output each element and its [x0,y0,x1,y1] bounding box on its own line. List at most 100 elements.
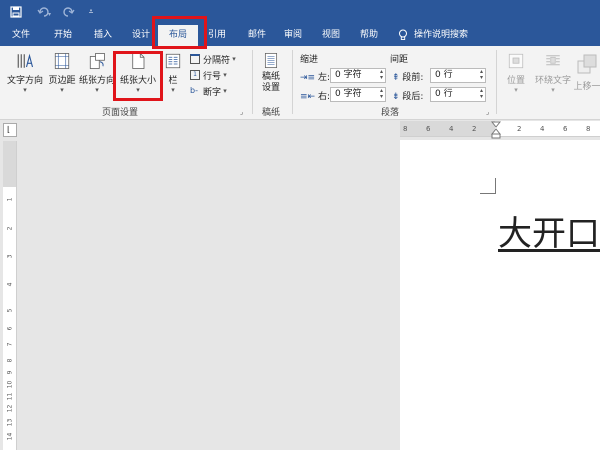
tab-review[interactable]: 审阅 [276,25,310,46]
wrap-text-button[interactable]: 环绕文字 ▾ [532,50,574,94]
position-icon [508,53,524,69]
horizontal-ruler[interactable]: 8 6 4 2 2 4 6 8 [400,121,600,139]
dialog-launcher-icon[interactable]: ⌟ [486,108,489,116]
customize-toolbar-icon[interactable]: ⩡ [86,4,96,20]
tab-file[interactable]: 文件 [4,25,38,46]
chevron-down-icon: ▾ [551,86,555,94]
position-label: 位置 [506,76,525,86]
group-separator [496,50,497,114]
chevron-down-icon: ▾ [60,86,64,94]
orientation-button[interactable]: 纸张方向 ▾ [78,50,116,94]
line-numbers-label: 行号 [203,71,222,82]
spacing-before-input[interactable]: 0 行 ▴ ▾ [430,68,486,83]
ruler-tick: 14 [6,432,14,441]
ruler-tick: 5 [6,308,14,313]
wrap-text-label: 环绕文字 [534,76,571,86]
chevron-down-icon: ▾ [230,55,236,63]
text-direction-label: 文字方向 [6,76,43,86]
tab-home[interactable]: 开始 [46,25,80,46]
tab-insert[interactable]: 插入 [86,25,120,46]
spinner-arrows-icon[interactable]: ▴ ▾ [380,88,383,100]
tell-me-search[interactable]: 操作说明搜索 [414,25,482,46]
save-icon[interactable] [8,4,24,20]
ruler-tick: 11 [6,392,14,401]
margins-label: 页边距 [48,76,76,86]
bring-forward-label: 上移一 [574,82,600,92]
indent-left-icon: ⇥≡ [300,73,318,83]
group-label-page-setup: 页面设置 [101,108,138,118]
spinner-arrows-icon[interactable]: ▴ ▾ [380,69,383,81]
columns-button[interactable]: 栏 ▾ [162,50,184,94]
ruler-tick: 8 [6,358,14,363]
ruler-tick: 6 [563,125,568,133]
document-page[interactable] [400,140,600,450]
hyphenation-button[interactable]: b- 断字 ▾ [190,84,227,98]
chevron-down-icon: ▾ [221,71,227,79]
chevron-down-icon: ▾ [171,86,175,94]
ruler-tick: 3 [6,254,14,259]
ruler-tick: 2 [517,125,522,133]
group-separator [252,50,253,114]
margins-icon [54,53,70,69]
breaks-label: 分隔符 [203,55,231,66]
ruler-tick: 4 [449,125,454,133]
spacing-header: 间距 [390,55,409,65]
position-button[interactable]: 位置 ▾ [502,50,530,94]
text-direction-button[interactable]: 文字方向 ▾ [4,50,46,94]
chevron-down-icon: ▾ [23,86,27,94]
ruler-top-margin [3,141,16,187]
ruler-tick: 1 [6,197,14,202]
hyphenation-icon: b- [190,86,198,95]
tab-view[interactable]: 视图 [314,25,348,46]
chevron-down-icon: ▾ [221,87,227,95]
ruler-tick: 6 [426,125,431,133]
indent-left-label: ⇥≡ 左: [300,73,330,83]
dialog-launcher-icon[interactable]: ⌟ [240,108,243,116]
tab-mailings[interactable]: 邮件 [240,25,274,46]
ruler-tick: 10 [6,380,14,389]
line-numbers-icon: 1 [190,70,200,80]
ruler-tick: 4 [6,282,14,287]
ruler-tick: 7 [6,342,14,347]
group-separator [292,50,293,114]
ruler-tick: 8 [586,125,591,133]
group-label-paragraph: 段落 [380,108,399,118]
ribbon-tabs: 文件 开始 插入 设计 布局 引用 邮件 审阅 视图 帮助 操作说明搜索 [0,25,600,46]
spacing-after-icon: ⇟ [392,92,403,102]
tab-help[interactable]: 帮助 [352,25,386,46]
spinner-arrows-icon[interactable]: ▴ ▾ [480,88,483,100]
spinner-arrows-icon[interactable]: ▴ ▾ [480,69,483,81]
ruler-tick: 13 [6,418,14,427]
vertical-ruler[interactable]: 1 2 3 4 5 6 7 8 9 10 11 12 13 14 [3,141,17,450]
document-text[interactable]: 大开口 [498,206,600,255]
hyphenation-label: 断字 [203,87,222,98]
draft-settings-button[interactable]: 稿纸 设置 [256,50,286,94]
line-numbers-button[interactable]: 1 行号 ▾ [190,68,227,82]
indent-right-icon: ≡⇤ [300,92,318,102]
indent-right-input[interactable]: 0 字符 ▴ ▾ [330,87,386,102]
orientation-label: 纸张方向 [78,76,115,86]
ruler-tick: 9 [6,370,14,375]
spacing-after-input[interactable]: 0 行 ▴ ▾ [430,87,486,102]
indent-marker-icon[interactable] [491,121,501,139]
bring-forward-button[interactable]: 上移一 [574,50,600,94]
title-bar: ▾ ⩡ [0,0,600,25]
draft-settings-label-line2: 设置 [261,83,280,93]
redo-icon[interactable] [62,4,76,20]
lightbulb-icon[interactable] [396,25,410,46]
chevron-down-icon: ▾ [95,86,99,94]
undo-icon[interactable]: ▾ [34,4,56,20]
text-direction-icon [17,53,34,68]
tab-selector-button[interactable]: ⌊ [3,123,17,137]
svg-text:▾: ▾ [48,11,51,18]
margins-button[interactable]: 页边距 ▾ [47,50,77,94]
breaks-button[interactable]: 分隔符 ▾ [190,52,236,66]
columns-icon [165,53,181,69]
margin-crop-mark [480,178,496,194]
ruler-tick: 4 [540,125,545,133]
indent-left-input[interactable]: 0 字符 ▴ ▾ [330,68,386,83]
highlight-size-button [113,51,163,101]
columns-label: 栏 [168,76,178,86]
ruler-tick: 2 [6,226,14,231]
ruler-tick: 6 [6,326,14,331]
